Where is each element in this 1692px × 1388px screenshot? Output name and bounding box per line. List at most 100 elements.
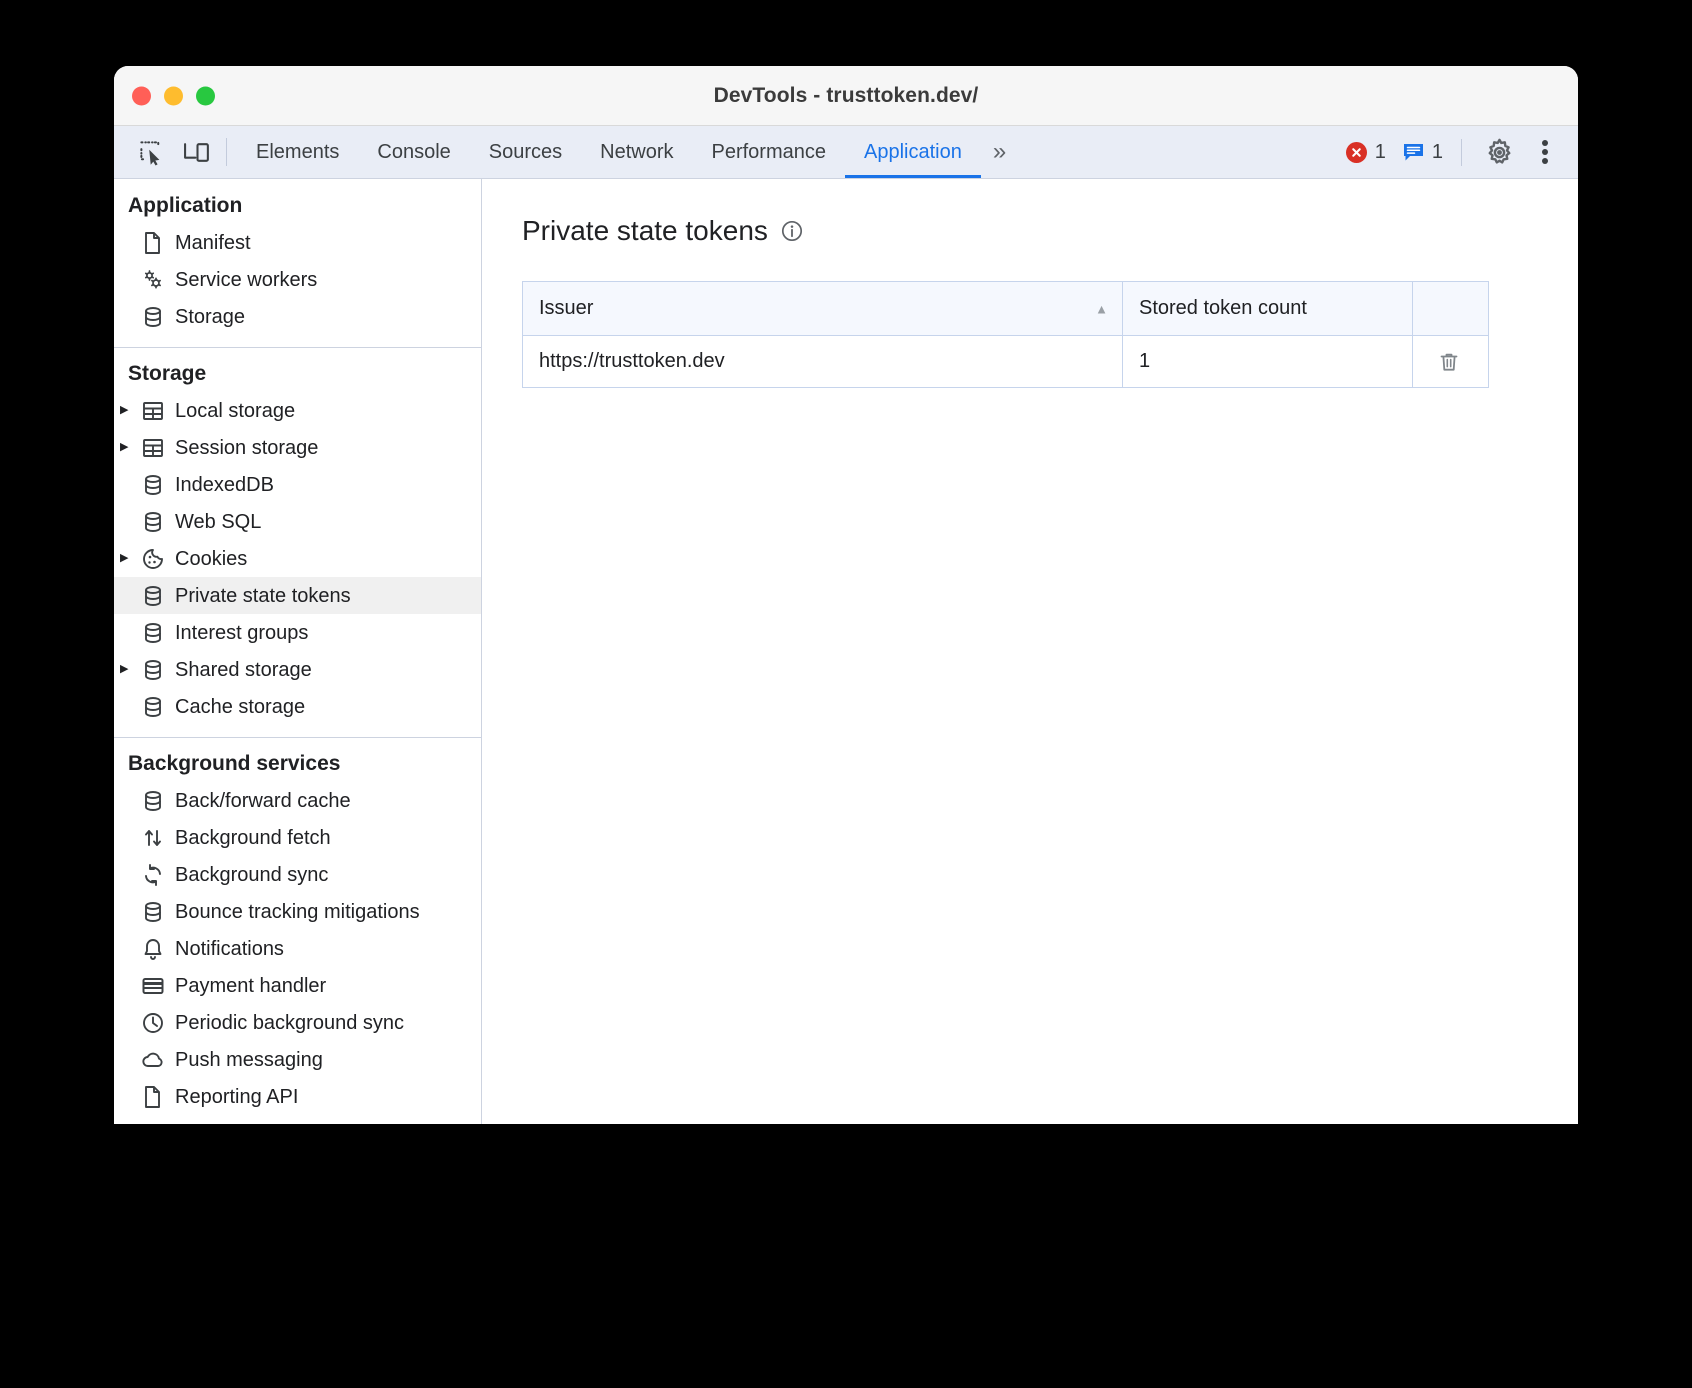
devtools-window: DevTools - trusttoken.dev/ Elements Cons… <box>114 66 1578 1124</box>
error-circle-icon <box>1345 141 1367 163</box>
tab-elements[interactable]: Elements <box>237 126 358 178</box>
database-icon <box>140 472 166 498</box>
settings-gear-icon[interactable] <box>1476 126 1522 178</box>
sidebar-section-storage: Storage ▶ Local storage ▶ Session storag… <box>114 347 481 737</box>
sidebar-item-label: Notifications <box>175 937 284 960</box>
arrows-up-down-icon <box>140 825 166 851</box>
window-title: DevTools - trusttoken.dev/ <box>713 83 979 107</box>
table-icon <box>140 435 166 461</box>
database-icon <box>140 509 166 535</box>
sidebar-item-label: Interest groups <box>175 621 309 644</box>
message-count-button[interactable]: 1 <box>1399 141 1447 164</box>
sidebar-item-push-messaging[interactable]: ▶ Push messaging <box>114 1041 481 1078</box>
trash-delete-icon[interactable] <box>1429 342 1469 382</box>
sidebar-item-private-state-tokens[interactable]: ▶ Private state tokens <box>114 577 481 614</box>
cell-actions <box>1412 335 1489 388</box>
sidebar-item-label: Back/forward cache <box>175 789 351 812</box>
document-icon <box>140 1084 166 1110</box>
sidebar-item-background-fetch[interactable]: ▶ Background fetch <box>114 819 481 856</box>
column-header-stored-token-count[interactable]: Stored token count <box>1122 281 1413 336</box>
sidebar-section-title: Background services <box>128 752 341 775</box>
database-icon <box>140 788 166 814</box>
sidebar-item-reporting-api[interactable]: ▶ Reporting API <box>114 1078 481 1115</box>
database-icon <box>140 620 166 646</box>
sidebar-item-local-storage[interactable]: ▶ Local storage <box>114 392 481 429</box>
screen: DevTools - trusttoken.dev/ Elements Cons… <box>0 0 1692 1388</box>
expand-arrow-icon[interactable]: ▶ <box>120 442 140 453</box>
tab-application[interactable]: Application <box>845 126 981 178</box>
sidebar-item-back-forward-cache[interactable]: ▶ Back/forward cache <box>114 782 481 819</box>
cell-issuer: https://trusttoken.dev <box>522 335 1123 388</box>
sidebar-item-label: Payment handler <box>175 974 327 997</box>
sidebar-item-label: Local storage <box>175 399 296 422</box>
cloud-icon <box>140 1047 166 1073</box>
sidebar-item-label: Manifest <box>175 231 251 254</box>
tab-label: Network <box>600 140 674 163</box>
credit-card-icon <box>140 973 166 999</box>
sidebar-item-label: Web SQL <box>175 510 262 533</box>
tab-label: Elements <box>256 140 340 163</box>
tab-label: Performance <box>711 140 827 163</box>
more-tabs-chevron-icon[interactable]: » <box>981 126 1018 178</box>
column-header-issuer[interactable]: Issuer ▲ <box>522 281 1123 336</box>
sidebar-item-notifications[interactable]: ▶ Notifications <box>114 930 481 967</box>
sidebar-item-web-sql[interactable]: ▶ Web SQL <box>114 503 481 540</box>
sidebar-section-background-services: Background services ▶ Back/forward cache… <box>114 737 481 1124</box>
sidebar-item-indexeddb[interactable]: ▶ IndexedDB <box>114 466 481 503</box>
expand-arrow-icon[interactable]: ▶ <box>120 553 140 564</box>
tabbar-right-divider <box>1461 138 1462 166</box>
sidebar-section-title: Storage <box>128 362 207 385</box>
sidebar-item-manifest[interactable]: ▶ Manifest <box>114 224 481 261</box>
sidebar-item-periodic-background-sync[interactable]: ▶ Periodic background sync <box>114 1004 481 1041</box>
gears-icon <box>140 267 166 293</box>
message-count: 1 <box>1431 140 1443 163</box>
more-options-kebab-icon[interactable] <box>1522 126 1568 178</box>
sidebar-item-cookies[interactable]: ▶ Cookies <box>114 540 481 577</box>
tab-label: Console <box>377 140 451 163</box>
database-icon <box>140 899 166 925</box>
expand-arrow-icon[interactable]: ▶ <box>120 405 140 416</box>
sidebar-item-bounce-tracking-mitigations[interactable]: ▶ Bounce tracking mitigations <box>114 893 481 930</box>
sidebar-item-interest-groups[interactable]: ▶ Interest groups <box>114 614 481 651</box>
device-toolbar-icon[interactable] <box>174 126 220 178</box>
inspect-element-icon[interactable] <box>128 126 174 178</box>
bell-icon <box>140 936 166 962</box>
sidebar-section-title: Application <box>128 194 243 217</box>
sidebar-item-label: Session storage <box>175 436 319 459</box>
sync-icon <box>140 862 166 888</box>
maximize-window-icon[interactable] <box>196 86 215 105</box>
sidebar-item-cache-storage[interactable]: ▶ Cache storage <box>114 688 481 725</box>
sidebar-item-shared-storage[interactable]: ▶ Shared storage <box>114 651 481 688</box>
tab-console[interactable]: Console <box>358 126 469 178</box>
sidebar-item-label: Service workers <box>175 268 318 291</box>
cell-stored-token-count: 1 <box>1122 335 1413 388</box>
table-header-row: Issuer ▲ Stored token count <box>522 281 1489 336</box>
sidebar-item-storage[interactable]: ▶ Storage <box>114 298 481 335</box>
column-header-label: Stored token count <box>1139 297 1307 319</box>
cookie-icon <box>140 546 166 572</box>
table-icon <box>140 398 166 424</box>
table-row[interactable]: https://trusttoken.dev 1 <box>522 335 1489 388</box>
tab-sources[interactable]: Sources <box>470 126 581 178</box>
tabbar-spacer <box>1018 126 1338 178</box>
sidebar-item-service-workers[interactable]: ▶ Service workers <box>114 261 481 298</box>
close-window-icon[interactable] <box>132 86 151 105</box>
sidebar-item-label: Push messaging <box>175 1048 323 1071</box>
database-icon <box>140 583 166 609</box>
column-header-actions[interactable] <box>1412 281 1489 336</box>
tabbar-status-group: 1 1 <box>1338 126 1451 178</box>
tab-network[interactable]: Network <box>581 126 692 178</box>
error-count-button[interactable]: 1 <box>1342 141 1390 164</box>
sidebar-item-label: Background sync <box>175 863 329 886</box>
sidebar-item-label: Cookies <box>175 547 248 570</box>
tab-performance[interactable]: Performance <box>693 126 846 178</box>
sidebar-item-background-sync[interactable]: ▶ Background sync <box>114 856 481 893</box>
sidebar-item-payment-handler[interactable]: ▶ Payment handler <box>114 967 481 1004</box>
info-circle-icon[interactable] <box>780 219 804 243</box>
expand-arrow-icon[interactable]: ▶ <box>120 664 140 675</box>
tokens-table-head: Issuer ▲ Stored token count <box>522 281 1489 336</box>
minimize-window-icon[interactable] <box>164 86 183 105</box>
sidebar-item-label: Shared storage <box>175 658 312 681</box>
sidebar-item-session-storage[interactable]: ▶ Session storage <box>114 429 481 466</box>
devtools-tabbar: Elements Console Sources Network Perform… <box>114 126 1578 179</box>
